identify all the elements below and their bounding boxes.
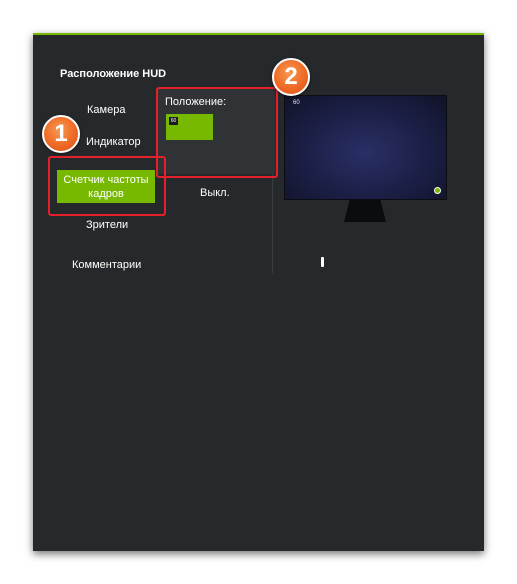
- monitor-stand: [344, 199, 386, 222]
- slider-handle[interactable]: [321, 257, 324, 267]
- menu-item-indicator[interactable]: Индикатор: [86, 136, 141, 148]
- menu-item-comments[interactable]: Комментарии: [72, 259, 141, 271]
- step-1-badge: 1: [42, 115, 80, 153]
- highlight-position: [156, 87, 278, 178]
- monitor-preview-screen: 60: [284, 95, 447, 200]
- step-2-badge: 2: [272, 58, 310, 96]
- hud-title: Расположение HUD: [60, 68, 167, 80]
- menu-item-viewers[interactable]: Зрители: [86, 219, 128, 231]
- panel-accent-line: [33, 33, 484, 35]
- highlight-fps-counter: [48, 156, 166, 216]
- menu-item-camera[interactable]: Камера: [87, 104, 125, 116]
- monitor-fps-counter: 60: [293, 100, 300, 106]
- screenshot-stage: Расположение HUD Камера Индикатор Счетчи…: [0, 0, 517, 584]
- status-off[interactable]: Выкл.: [200, 187, 230, 199]
- nvidia-logo-icon: [434, 187, 441, 194]
- column-divider: [272, 173, 273, 273]
